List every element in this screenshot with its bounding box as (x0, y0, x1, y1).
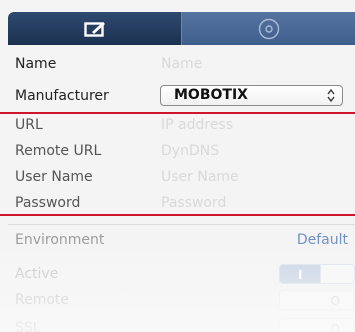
manufacturer-select[interactable]: MOBOTIX (160, 85, 343, 106)
password-label: Password (15, 195, 81, 211)
user-name-input[interactable]: User Name (161, 167, 239, 187)
name-label: Name (15, 56, 57, 72)
select-arrows-icon (327, 88, 335, 103)
remote-toggle-state: O (330, 294, 340, 308)
edit-icon (83, 21, 106, 37)
manufacturer-row: Manufacturer MOBOTIX (15, 85, 355, 106)
remote-row: Remote O (15, 290, 355, 310)
environment-row[interactable]: Environment Default (15, 230, 355, 250)
disc-icon (258, 18, 280, 40)
active-toggle[interactable]: I (279, 264, 355, 284)
ssl-toggle-state: O (330, 322, 340, 332)
ssl-toggle[interactable]: O (279, 318, 355, 332)
section-divider (8, 224, 355, 225)
active-label: Active (15, 266, 59, 282)
remote-url-label: Remote URL (15, 143, 102, 159)
manufacturer-value: MOBOTIX (174, 87, 248, 103)
camera-settings-panel: Name Name Manufacturer MOBOTIX URL IP ad… (0, 0, 355, 332)
remote-toggle[interactable]: O (279, 290, 355, 310)
user-name-row: User Name User Name (15, 167, 355, 187)
highlight-frame-bottom (0, 214, 355, 216)
tab-bar (8, 12, 355, 45)
password-input[interactable]: Password (161, 193, 226, 213)
remote-url-row: Remote URL DynDNS (15, 141, 355, 161)
name-input[interactable]: Name (161, 54, 202, 74)
tab-disc[interactable] (181, 12, 355, 45)
remote-url-input[interactable]: DynDNS (161, 141, 219, 161)
url-input[interactable]: IP address (161, 115, 233, 135)
highlight-frame-top (0, 112, 355, 114)
ssl-row: SSL O (15, 318, 355, 332)
tab-edit[interactable] (8, 12, 181, 45)
environment-label: Environment (15, 232, 105, 248)
name-row: Name Name (15, 54, 355, 74)
remote-label: Remote (15, 292, 70, 308)
ssl-label: SSL (15, 320, 41, 332)
environment-value[interactable]: Default (297, 230, 348, 250)
url-label: URL (15, 117, 43, 133)
active-toggle-state: I (298, 268, 303, 282)
manufacturer-label: Manufacturer (15, 88, 109, 104)
url-row: URL IP address (15, 115, 355, 135)
password-row: Password Password (15, 193, 355, 213)
active-row: Active I (15, 264, 355, 284)
user-name-label: User Name (15, 169, 93, 185)
